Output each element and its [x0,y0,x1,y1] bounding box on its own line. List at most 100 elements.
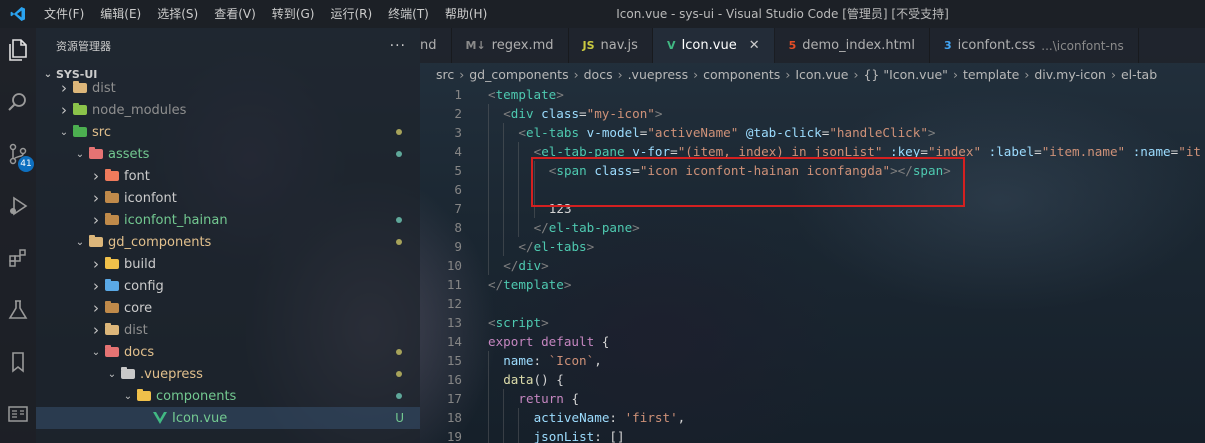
code-content: return { [518,389,579,408]
indent-guide [503,142,505,161]
folder-icon [104,301,120,315]
tree-item[interactable]: ⌄ docs [36,341,420,363]
line-number: 3 [454,125,462,140]
file-tree: › dist › node_modules ⌄ src ⌄ assets › font › iconf… [36,77,420,429]
scm-badge: 41 [18,156,34,172]
chevron-right-icon: › [61,79,67,97]
code-token: script [495,315,542,330]
folder-shape [73,103,87,115]
code-token: :label [988,144,1035,159]
indent-guide [488,256,489,275]
tree-item[interactable]: › iconfont [36,187,420,209]
editor-tab[interactable]: V Icon.vue ✕ [652,28,775,63]
folder-shape [105,301,119,313]
code-token: div [518,258,542,273]
tree-item[interactable]: › node_modules [36,99,420,121]
breadcrumb-item[interactable]: src [436,67,454,82]
bookmarks-icon[interactable] [0,342,36,382]
code-editor[interactable]: 1 <template> 2 <div class="my-icon"> 3 <el-ta… [420,85,1205,443]
tree-item[interactable]: ⌄ components [36,385,420,407]
red-highlight-box [531,157,965,207]
remote-explorer-icon[interactable] [0,394,36,434]
chevron-right-icon: › [61,101,67,119]
explorer-icon[interactable] [0,30,36,70]
editor-tab[interactable]: nd [420,28,452,63]
tree-item[interactable]: ⌄ gd_components [36,231,420,253]
search-icon[interactable] [0,82,36,122]
title-bar: 文件(F) 编辑(E) 选择(S) 查看(V) 转到(G) 运行(R) 终端(T) 帮助(H)… [0,0,1205,28]
editor-tab[interactable]: JS nav.js [569,28,653,63]
tab-label: nav.js [600,38,638,53]
menu-item[interactable]: 编辑(E) [92,0,149,28]
breadcrumb-item[interactable]: docs [584,67,613,82]
folder-icon [72,81,88,95]
code-token: el-tabs [525,125,580,140]
tree-item[interactable]: › config [36,275,420,297]
menu-item[interactable]: 终端(T) [380,0,437,28]
explorer-sidebar: 资源管理器 ··· ⌄ SYS-UI › dist › node_modules ⌄ sr… [36,28,420,443]
line-number: 5 [454,163,462,178]
breadcrumb-item[interactable]: el-tab [1121,67,1157,82]
tree-item[interactable]: › dist [36,319,420,341]
chevron-right-icon: › [93,189,99,207]
tree-item[interactable]: ⌄ .vuepress [36,363,420,385]
folder-shape [105,191,119,203]
chevron-right-icon: › [693,66,699,82]
tree-item[interactable]: Icon.vue U [36,407,420,429]
menu-item[interactable]: 运行(R) [322,0,380,28]
tree-item[interactable]: ⌄ assets [36,143,420,165]
code-token: </ [488,277,504,292]
editor-tab[interactable]: 5 demo_index.html [775,28,930,63]
tree-item[interactable]: ⌄ src [36,121,420,143]
menu-item[interactable]: 文件(F) [36,0,92,28]
breadcrumb-item[interactable]: components [703,67,780,82]
tree-item-label: iconfont [124,190,177,206]
breadcrumb-item[interactable]: gd_components [469,67,568,82]
code-token: "item.name" [1041,144,1126,159]
tree-item-label: docs [124,344,155,360]
menu-item[interactable]: 帮助(H) [437,0,495,28]
folder-shape [89,147,103,159]
tree-item[interactable]: › iconfont_hainan [36,209,420,231]
git-status-dot [396,349,402,355]
chevron-down-icon: ⌄ [75,236,85,248]
code-line: 15 name: `Icon`, [420,351,1205,370]
breadcrumb-item[interactable]: {} "Icon.vue" [863,67,948,82]
more-actions-icon[interactable]: ··· [390,38,406,54]
code-token: > [541,258,549,273]
code-line: 10 </div> [420,256,1205,275]
code-token: , [594,353,602,368]
tree-item[interactable]: › font [36,165,420,187]
breadcrumb-item[interactable]: Icon.vue [795,67,848,82]
tree-item[interactable]: › core [36,297,420,319]
code-line: 16 data() { [420,370,1205,389]
menu-item[interactable]: 选择(S) [149,0,206,28]
run-debug-icon[interactable] [0,186,36,226]
menu-item[interactable]: 查看(V) [206,0,264,28]
tree-item[interactable]: › dist [36,77,420,99]
breadcrumb-item[interactable]: div.my-icon [1034,67,1106,82]
code-token: </ [533,220,549,235]
menu-item[interactable]: 转到(G) [264,0,323,28]
breadcrumb-item[interactable]: template [963,67,1019,82]
code-token: : [609,410,625,425]
tree-item-label: config [124,278,164,294]
chevron-right-icon: › [1024,66,1030,82]
source-control-icon[interactable]: 41 [0,134,36,174]
indent-guide [503,237,505,256]
editor-tab[interactable]: M↓ regex.md [452,28,569,63]
extensions-icon[interactable] [0,238,36,278]
testing-icon[interactable] [0,290,36,330]
code-content: </div> [503,256,549,275]
close-icon[interactable]: ✕ [749,38,760,53]
code-token: "my-icon" [586,106,655,121]
code-token: :name [1132,144,1171,159]
editor-tab[interactable]: 3 iconfont.css ...\iconfont-ns [930,28,1139,63]
code-token: data [503,372,534,387]
tree-item-label: gd_components [108,234,212,250]
file-type-icon: 5 [788,39,797,52]
code-token: el-tab-pane [548,220,633,235]
indent-guide [488,123,489,142]
tree-item[interactable]: › build [36,253,420,275]
breadcrumb-item[interactable]: .vuepress [628,67,689,82]
